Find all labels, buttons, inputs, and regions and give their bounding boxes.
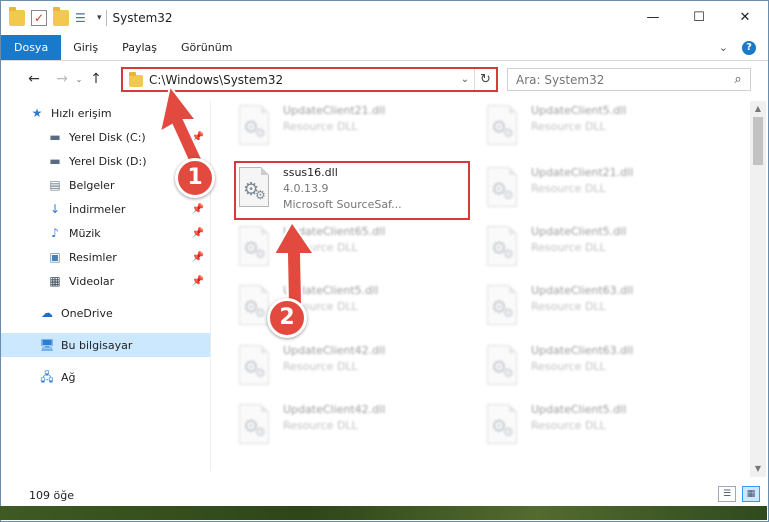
step-1-badge: 1 — [175, 158, 215, 198]
annotation-arrows — [158, 83, 316, 305]
step-2-badge: 2 — [267, 298, 307, 338]
arrow-2-shape — [272, 220, 316, 305]
arrow-2 — [272, 220, 316, 305]
